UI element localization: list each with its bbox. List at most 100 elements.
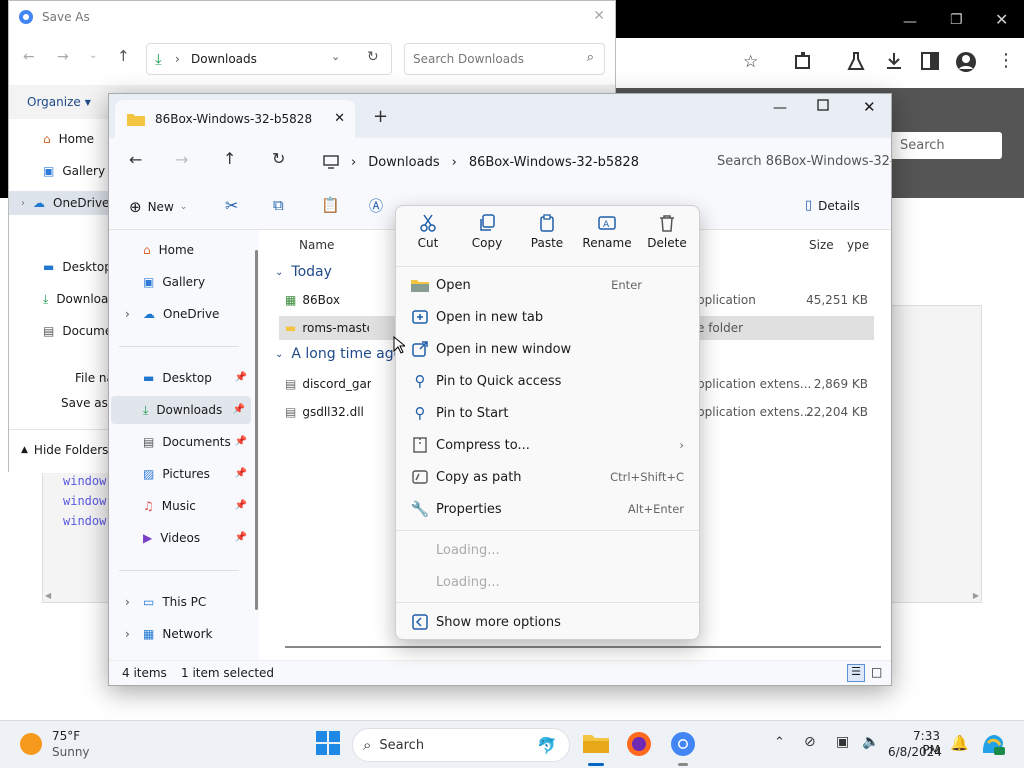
tiles-view-icon[interactable]: □ (871, 665, 882, 679)
close-icon[interactable]: ✕ (863, 98, 876, 116)
sa-nav-documents[interactable]: ▤ Docume (43, 319, 112, 343)
pin-icon[interactable]: 📌 (235, 436, 247, 447)
menu-item-show-more[interactable]: Show more options (404, 607, 692, 637)
up-arrow-icon[interactable]: ↑ (223, 149, 236, 168)
menu-item-pin-start[interactable]: ⚲ Pin to Start (404, 398, 692, 428)
bookmark-star-icon[interactable]: ☆ (743, 52, 758, 72)
weather-temp[interactable]: 75°F (52, 729, 80, 743)
column-header-type[interactable]: ype (847, 238, 869, 252)
display-icon[interactable]: ▣ (836, 734, 849, 750)
chrome-close-icon[interactable]: ✕ (995, 10, 1008, 29)
ctx-delete-button[interactable]: Delete (638, 214, 696, 250)
taskbar-search[interactable]: ⌕ Search 🐬 (352, 728, 570, 762)
nav-gallery[interactable]: ▣ Gallery (117, 268, 247, 296)
nav-home[interactable]: ⌂ Home (117, 236, 247, 264)
refresh-icon[interactable]: ↻ (272, 149, 285, 168)
save-as-address[interactable]: ⤓ › Downloads ⌄ ↻ (146, 43, 392, 75)
nav-pictures[interactable]: ▨ Pictures 📌 (117, 460, 247, 488)
ctx-copy-button[interactable]: Copy (458, 214, 516, 250)
column-header-size[interactable]: Size (809, 238, 834, 252)
start-windows-icon[interactable] (316, 731, 344, 759)
horizontal-scrollbar[interactable] (285, 646, 881, 648)
nav-network[interactable]: › ▦ Network (117, 620, 247, 648)
weather-sun-icon[interactable] (20, 733, 42, 755)
side-panel-icon[interactable] (921, 52, 939, 70)
save-as-close-icon[interactable]: ✕ (593, 8, 605, 24)
rename-icon[interactable]: Ⓐ (369, 196, 383, 216)
nav-downloads[interactable]: ⤓ Downloads 📌 (111, 396, 251, 424)
chevron-right-icon[interactable]: › (21, 198, 25, 209)
column-header-name[interactable]: Name (299, 238, 334, 252)
paste-icon[interactable]: 📋 (321, 196, 340, 214)
ctx-rename-button[interactable]: A Rename (578, 214, 636, 250)
save-as-search-input[interactable]: Search Downloads ⌕ (404, 43, 605, 75)
chevron-right-icon[interactable]: › (125, 595, 130, 609)
pin-icon[interactable]: 📌 (235, 372, 247, 383)
new-tab-icon[interactable]: + (373, 106, 388, 127)
pin-icon[interactable]: 📌 (233, 404, 245, 415)
nav-thispc[interactable]: › ▭ This PC (117, 588, 247, 616)
volume-icon[interactable]: 🔈 (862, 734, 879, 750)
chevron-right-icon[interactable]: › (125, 627, 130, 641)
pin-icon[interactable]: 📌 (235, 500, 247, 511)
ctx-cut-button[interactable]: Cut (399, 214, 457, 250)
explorer-search-input[interactable]: Search 86Box-Windows-32-b (707, 146, 891, 178)
chevron-right-icon[interactable]: › (125, 307, 130, 321)
tab-close-icon[interactable]: ✕ (334, 111, 345, 126)
copilot-icon[interactable] (980, 731, 1006, 757)
copy-icon[interactable]: ⧉ (273, 196, 284, 214)
sa-nav-downloads[interactable]: ⤓ Downloa (43, 287, 108, 311)
cut-icon[interactable]: ✂ (225, 196, 238, 215)
up-arrow-icon[interactable]: ↑ (117, 47, 130, 65)
explorer-tab[interactable]: 86Box-Windows-32-b5828 ✕ (115, 100, 355, 138)
chrome-menu-icon[interactable]: ⋮ (997, 50, 1015, 71)
menu-item-copy-path[interactable]: Copy as path Ctrl+Shift+C (404, 462, 692, 492)
maximize-icon[interactable] (817, 99, 829, 111)
refresh-icon[interactable]: ↻ (367, 49, 379, 65)
scroll-right-icon[interactable]: ▶ (973, 591, 979, 600)
profile-avatar-icon[interactable] (955, 51, 977, 73)
group-long-ago[interactable]: ⌄ A long time ago (275, 346, 402, 362)
back-arrow-icon[interactable]: ← (129, 150, 142, 169)
forward-arrow-icon[interactable]: → (175, 150, 188, 169)
sa-nav-home[interactable]: ⌂ Home (43, 127, 94, 151)
chevron-down-icon[interactable]: ⌄ (89, 50, 97, 61)
chevron-down-icon[interactable]: ⌄ (331, 50, 340, 63)
back-arrow-icon[interactable]: ← (23, 49, 35, 65)
menu-item-open-new-tab[interactable]: Open in new tab (404, 302, 692, 332)
file-explorer-taskbar-icon[interactable] (582, 731, 610, 766)
menu-item-compress[interactable]: Compress to... › (404, 430, 692, 460)
menu-item-open[interactable]: Open Enter (404, 270, 692, 300)
breadcrumb-downloads[interactable]: Downloads (368, 155, 439, 170)
sa-nav-gallery[interactable]: ▣ Gallery (43, 159, 105, 183)
chrome-page-search[interactable]: Search (890, 132, 1002, 159)
nav-videos[interactable]: ▶ Videos 📌 (117, 524, 247, 552)
firefox-icon[interactable] (626, 731, 654, 759)
labs-flask-icon[interactable] (847, 51, 865, 71)
chrome-restore-icon[interactable]: ❐ (950, 12, 963, 28)
menu-item-pin-quick-access[interactable]: ⚲ Pin to Quick access (404, 366, 692, 396)
menu-item-open-new-window[interactable]: Open in new window (404, 334, 692, 364)
pin-icon[interactable]: 📌 (235, 532, 247, 543)
details-view-icon[interactable]: ☰ (847, 664, 865, 682)
forward-arrow-icon[interactable]: → (57, 49, 69, 65)
nav-documents[interactable]: ▤ Documents 📌 (117, 428, 247, 456)
new-button[interactable]: ⊕ New ⌄ (129, 198, 187, 216)
extensions-icon[interactable] (793, 51, 813, 71)
chrome-minimize-icon[interactable]: — (903, 14, 917, 30)
chrome-taskbar-icon[interactable] (670, 731, 698, 766)
download-icon[interactable] (885, 51, 903, 71)
menu-item-properties[interactable]: 🔧 Properties Alt+Enter (404, 494, 692, 524)
sa-nav-desktop[interactable]: ▬ Desktop (43, 255, 112, 279)
hide-folders-button[interactable]: ▲ Hide Folders (21, 443, 108, 457)
nav-desktop[interactable]: ▬ Desktop 📌 (117, 364, 247, 392)
nav-scrollbar[interactable] (255, 250, 258, 610)
breadcrumb[interactable]: › Downloads › 86Box-Windows-32-b5828 (313, 146, 689, 178)
organize-button[interactable]: Organize ▼ (27, 95, 91, 109)
nav-music[interactable]: ♫ Music 📌 (117, 492, 247, 520)
network-off-icon[interactable]: ⊘ (804, 734, 816, 750)
ctx-paste-button[interactable]: Paste (518, 214, 576, 250)
nav-onedrive[interactable]: › ☁ OneDrive (117, 300, 247, 328)
minimize-icon[interactable]: — (773, 100, 787, 116)
notification-bell-icon[interactable]: 🔔 (950, 734, 969, 752)
